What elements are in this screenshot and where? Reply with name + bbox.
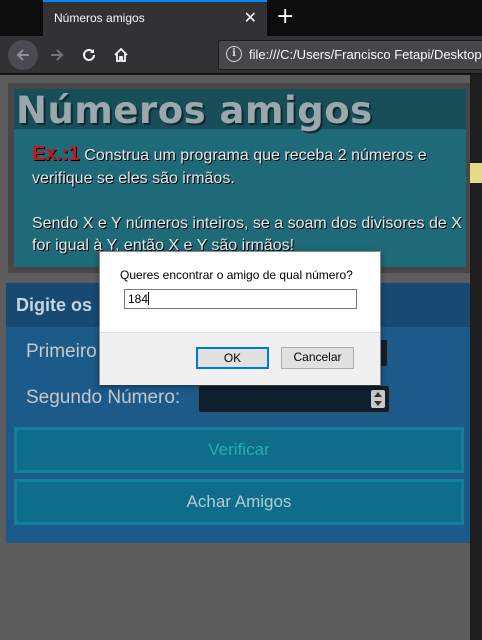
page-title: Números amigos: [16, 89, 373, 132]
tab-title: Números amigos: [54, 11, 145, 25]
verify-button[interactable]: Verificar: [14, 427, 464, 473]
close-tab-icon[interactable]: ✕: [244, 8, 257, 28]
page-edge-highlight: [470, 163, 482, 183]
exercise-text: Construa um programa que receba 2 número…: [32, 147, 427, 187]
prompt-footer: OK Cancelar: [100, 332, 380, 385]
prompt-input-value: 184: [128, 292, 149, 306]
home-button[interactable]: [106, 40, 136, 70]
tab-bar: Números amigos ✕ +: [0, 0, 482, 36]
second-number-input[interactable]: [198, 385, 390, 413]
cancel-button[interactable]: Cancelar: [281, 347, 354, 369]
form-heading: Digite os: [16, 295, 93, 315]
exercise-header: Números amigos Ex.:1 Construa um program…: [8, 83, 470, 273]
new-tab-button[interactable]: +: [276, 4, 294, 30]
second-number-label: Segundo Número:: [26, 387, 181, 408]
reload-icon: [83, 48, 95, 61]
find-friends-button[interactable]: Achar Amigos: [14, 479, 464, 525]
arrow-right-icon: [51, 49, 64, 61]
forward-button[interactable]: [42, 40, 72, 70]
reload-button[interactable]: [74, 40, 104, 70]
title-band: Números amigos: [14, 89, 466, 132]
text-caret: [148, 292, 150, 305]
address-bar[interactable]: i file:///C:/Users/Francisco Fetapi/Desk…: [218, 40, 482, 70]
number-spinner[interactable]: [371, 390, 385, 408]
tab-numeros-amigos[interactable]: Números amigos ✕: [43, 0, 267, 36]
ok-button[interactable]: OK: [196, 347, 269, 369]
navigation-bar: i file:///C:/Users/Francisco Fetapi/Desk…: [0, 36, 482, 74]
prompt-message: Queres encontrar o amigo de qual número?: [120, 268, 353, 282]
url-text: file:///C:/Users/Francisco Fetapi/Deskto…: [249, 47, 482, 62]
prompt-input[interactable]: 184: [124, 289, 357, 309]
back-button[interactable]: [8, 40, 38, 70]
prompt-dialog: Queres encontrar o amigo de qual número?…: [99, 251, 381, 385]
exercise-panel: Números amigos Ex.:1 Construa um program…: [14, 89, 466, 267]
info-icon[interactable]: i: [226, 46, 242, 62]
exercise-statement: Ex.:1 Construa um programa que receba 2 …: [32, 143, 462, 190]
page-edge: [470, 75, 482, 640]
home-icon: [114, 47, 128, 62]
exercise-label: Ex.:1: [32, 143, 80, 165]
arrow-left-icon: [16, 49, 29, 61]
first-number-label: Primeiro: [26, 341, 97, 362]
